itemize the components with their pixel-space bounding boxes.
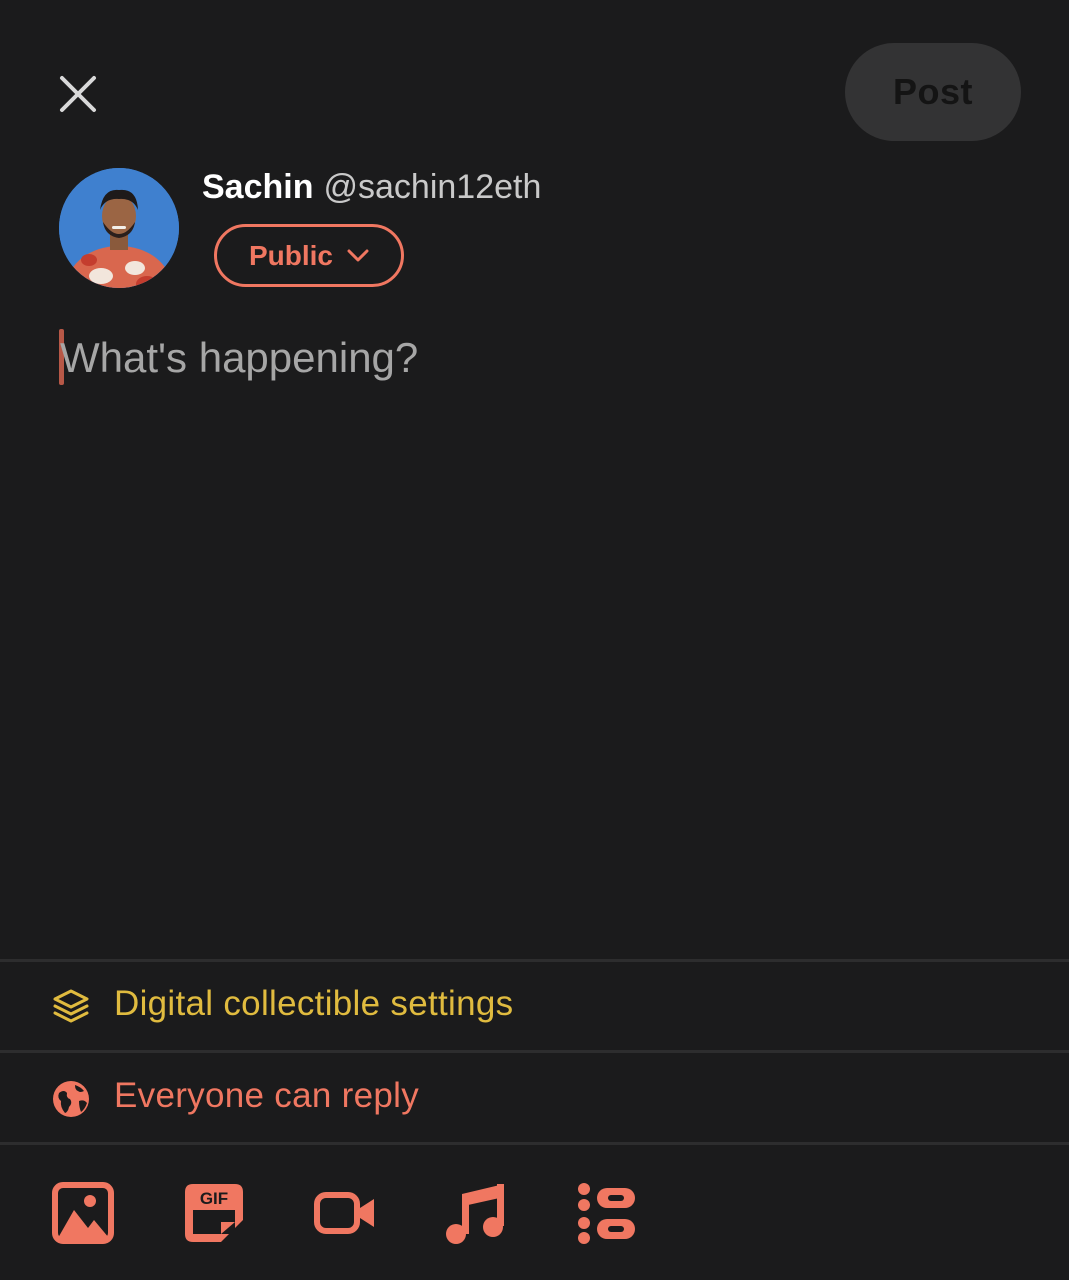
gif-icon: GIF <box>185 1184 243 1242</box>
music-icon <box>446 1184 504 1244</box>
post-button[interactable]: Post <box>845 43 1021 141</box>
author-handle: @sachin12eth <box>323 168 542 206</box>
divider <box>0 1050 1069 1053</box>
reply-settings-row[interactable]: Everyone can reply <box>0 1054 1069 1142</box>
close-button[interactable] <box>52 68 104 120</box>
video-icon <box>314 1192 374 1234</box>
add-image-button[interactable] <box>52 1182 116 1244</box>
svg-text:GIF: GIF <box>200 1189 228 1208</box>
reply-settings-label: Everyone can reply <box>114 1076 420 1115</box>
add-music-button[interactable] <box>444 1182 508 1244</box>
author-name: Sachin <box>202 168 314 206</box>
compose-placeholder: What's happening? <box>60 334 419 381</box>
audience-selector[interactable]: Public <box>214 224 404 287</box>
collectible-settings-row[interactable]: Digital collectible settings <box>0 962 1069 1050</box>
collectible-settings-label: Digital collectible settings <box>114 984 514 1023</box>
image-icon <box>52 1182 114 1244</box>
compose-input[interactable]: What's happening? <box>58 326 1018 926</box>
poll-icon <box>578 1183 635 1244</box>
add-gif-button[interactable]: GIF <box>183 1182 247 1244</box>
globe-icon <box>53 1081 89 1117</box>
audience-label: Public <box>248 239 333 271</box>
avatar-image <box>59 168 179 288</box>
chevron-down-icon <box>347 249 369 261</box>
divider <box>0 1142 1069 1145</box>
add-poll-button[interactable] <box>575 1182 639 1244</box>
layers-icon <box>53 989 89 1023</box>
avatar[interactable] <box>59 168 179 288</box>
close-icon <box>60 76 96 112</box>
add-video-button[interactable] <box>314 1182 378 1244</box>
compose-screen: Post Sachin @sachin12eth Public What's h… <box>0 0 1069 1280</box>
author-line: Sachin @sachin12eth <box>202 168 541 212</box>
